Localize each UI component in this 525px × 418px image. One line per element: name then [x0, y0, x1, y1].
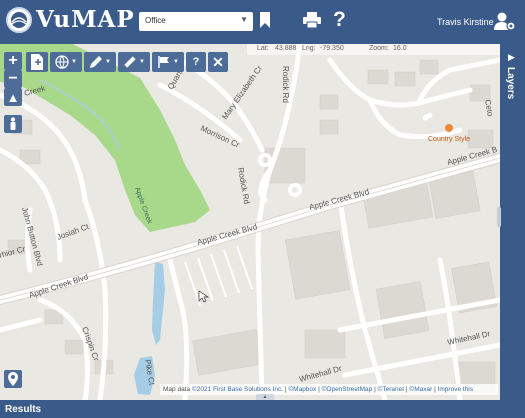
attribution-link-mapbox[interactable]: ©Mapbox: [288, 386, 316, 393]
add-document-icon: [31, 54, 43, 70]
poi-country-style[interactable]: Country Style: [428, 136, 470, 143]
zoom-value: 16.0: [393, 45, 407, 52]
pencil-icon: [90, 56, 103, 68]
map-attribution: Map data ©2021 First Base Solutions Inc.…: [160, 384, 498, 395]
app-name: VuMAP: [36, 6, 135, 33]
add-layer-button[interactable]: [26, 52, 48, 72]
coffee-icon[interactable]: [445, 124, 453, 132]
flag-icon: [158, 56, 170, 68]
globe-icon: [6, 6, 32, 33]
coordinate-readout: Lat: 43.888 Lng: -79.350 Zoom: 16.0: [247, 44, 500, 55]
street-view-button[interactable]: [4, 115, 22, 133]
map-canvas[interactable]: Country Style Apple Creek Apple Creek Bl…: [0, 44, 500, 400]
lng-label: Lng:: [302, 45, 316, 52]
attribution-link-teranet[interactable]: ©Teranet: [378, 386, 404, 393]
results-label[interactable]: Results: [5, 404, 41, 415]
ruler-icon: [124, 56, 136, 68]
minus-icon: −: [8, 70, 18, 87]
north-arrow-icon: ▲: [6, 89, 20, 105]
lat-label: Lat:: [257, 45, 269, 52]
clear-tool-button[interactable]: ✕: [208, 52, 228, 72]
office-select-value: Office: [145, 16, 166, 25]
globe-tools-button[interactable]: ▼: [50, 52, 82, 72]
printer-icon[interactable]: [303, 12, 321, 33]
attribution-link-improve[interactable]: Improve this: [438, 386, 473, 393]
globe-icon: [55, 55, 69, 69]
draw-tools-button[interactable]: ▼: [84, 52, 116, 72]
user-name[interactable]: Travis Kirstine: [437, 17, 494, 27]
person-icon: [10, 117, 16, 130]
chevron-down-icon: ▼: [173, 59, 179, 65]
zoom-label: Zoom:: [369, 45, 389, 52]
north-button[interactable]: ▲: [4, 88, 22, 106]
attribution-prefix: Map data: [163, 386, 192, 393]
results-panel[interactable]: Results: [0, 400, 525, 418]
locate-button[interactable]: [4, 370, 22, 388]
plus-icon: +: [8, 52, 18, 69]
attribution-link-fbs[interactable]: ©2021 First Base Solutions Inc.: [192, 386, 283, 393]
measure-tools-button[interactable]: ▼: [118, 52, 150, 72]
help-icon: ?: [192, 56, 200, 68]
attribution-link-maxar[interactable]: ©Maxar: [409, 386, 432, 393]
layers-tab-label[interactable]: Layers: [505, 67, 516, 99]
chevron-down-icon: ▼: [71, 59, 77, 65]
user-gear-icon[interactable]: [494, 11, 516, 36]
chevron-down-icon: ▼: [240, 15, 248, 24]
chevron-down-icon: ▼: [105, 59, 111, 65]
sidebar-resize-handle[interactable]: [497, 207, 501, 227]
app-header: VuMAP Office ▼ ? Travis Kirstine: [0, 0, 525, 44]
close-icon: ✕: [212, 53, 224, 70]
zoom-in-button[interactable]: +: [4, 52, 22, 70]
zoom-out-button[interactable]: −: [4, 70, 22, 88]
bookmark-icon[interactable]: [260, 12, 270, 33]
attribution-link-osm[interactable]: ©OpenStreetMap: [322, 386, 373, 393]
flag-tools-button[interactable]: ▼: [152, 52, 184, 72]
help-tool-button[interactable]: ?: [186, 52, 206, 72]
chevron-right-icon[interactable]: ▶: [508, 52, 515, 63]
help-icon[interactable]: ?: [333, 8, 346, 32]
lat-value: 43.888: [275, 45, 297, 52]
map-pin-icon: [8, 372, 18, 386]
app-logo[interactable]: VuMAP: [6, 6, 135, 33]
map-toolbar: ▼ ▼ ▼ ▼ ? ✕: [4, 52, 228, 74]
road-label-rodick-top: Rodick Rd: [281, 66, 290, 103]
chevron-down-icon: ▼: [139, 59, 145, 65]
office-select[interactable]: Office ▼: [139, 12, 253, 31]
lng-value: -79.350: [320, 45, 344, 52]
